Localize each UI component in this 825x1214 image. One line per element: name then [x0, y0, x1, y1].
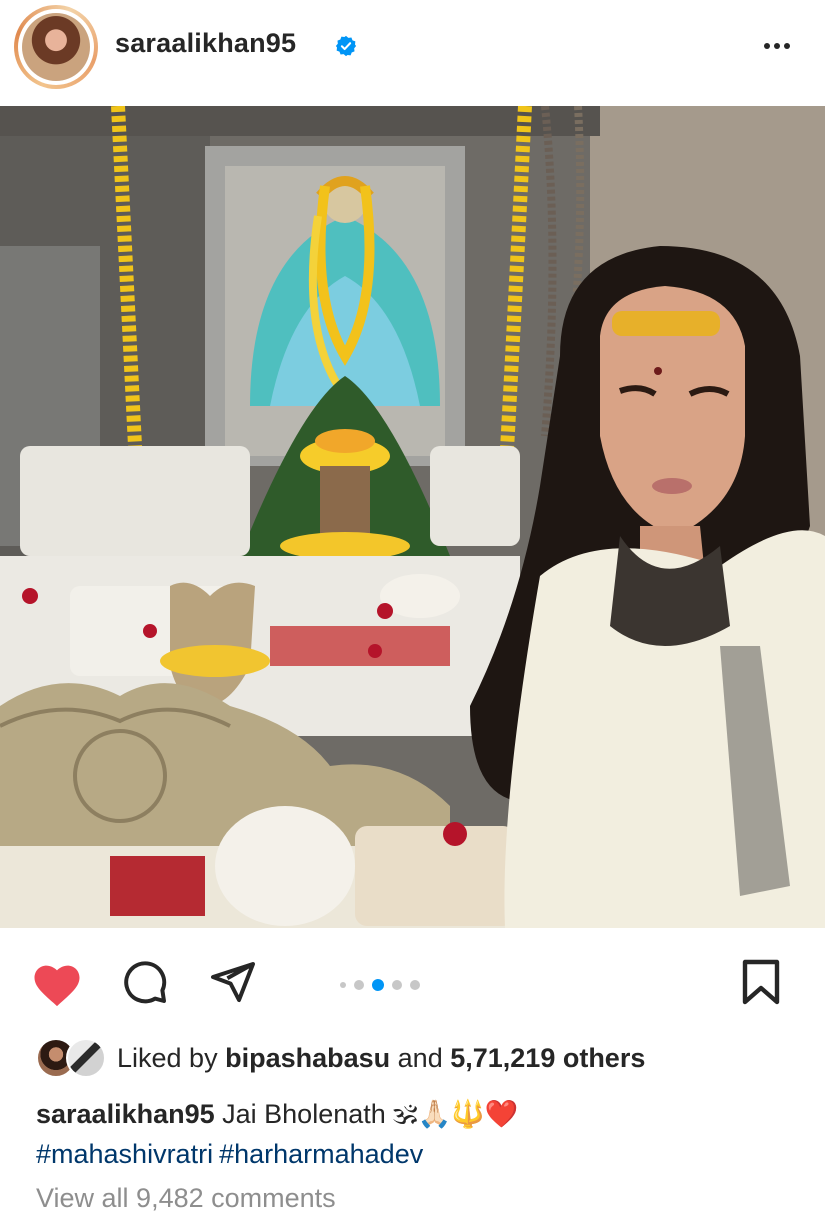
caption-text: Jai Bholenath: [222, 1099, 386, 1129]
post-image[interactable]: [0, 106, 825, 928]
hashtags: #mahashivratri #harharmahadev: [36, 1134, 796, 1174]
avatar[interactable]: [14, 5, 98, 89]
liker-avatar: [66, 1038, 106, 1078]
likes-count[interactable]: 5,71,219 others: [450, 1043, 645, 1073]
likes-row[interactable]: Liked by bipashabasu and 5,71,219 others: [0, 1030, 825, 1082]
liker-username[interactable]: bipashabasu: [225, 1043, 390, 1073]
caption: saraalikhan95 Jai Bholenath 🕉🙏🏻🔱❤️ #maha…: [36, 1094, 796, 1174]
share-button[interactable]: [208, 958, 258, 1011]
hashtag-link[interactable]: #harharmahadev: [219, 1139, 423, 1169]
action-bar: [0, 940, 825, 1020]
more-options-button[interactable]: [755, 28, 799, 64]
carousel-dot: [354, 980, 364, 990]
save-button[interactable]: [740, 958, 782, 1011]
comment-icon: [124, 961, 167, 1004]
likes-text: Liked by bipashabasu and 5,71,219 others: [117, 1043, 646, 1073]
carousel-dot: [392, 980, 402, 990]
carousel-dot: [340, 982, 346, 988]
more-horizontal-icon: [764, 43, 770, 49]
hashtag-link[interactable]: #mahashivratri: [36, 1139, 213, 1169]
post-header: saraalikhan95: [0, 0, 825, 92]
send-icon: [211, 962, 255, 1002]
caption-username[interactable]: saraalikhan95: [36, 1099, 215, 1129]
like-button[interactable]: [30, 958, 84, 1013]
carousel-dot-active: [372, 979, 384, 991]
post-username[interactable]: saraalikhan95: [115, 28, 296, 59]
verified-badge-icon: [335, 35, 357, 57]
heart-filled-icon: [34, 965, 80, 1007]
carousel-indicator: [340, 979, 420, 991]
carousel-dot: [410, 980, 420, 990]
bookmark-icon: [742, 959, 780, 1005]
comment-button[interactable]: [121, 958, 169, 1011]
caption-emojis: 🕉🙏🏻🔱❤️: [393, 1099, 519, 1129]
profile-photo: [22, 13, 90, 81]
